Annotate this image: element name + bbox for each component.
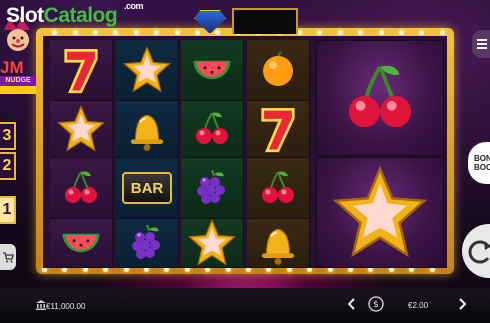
frame-light [215,30,221,35]
bet-increase-button[interactable] [458,298,467,313]
reel-cell-star [50,101,113,158]
watermark-catalog-text: Catalog [43,4,118,27]
reel-cell-seven [247,101,310,158]
frame-light [72,30,78,35]
bell-icon [255,220,301,266]
frame-light [337,30,343,35]
reel-cell-bar: BAR [116,158,179,219]
frame-light [113,30,119,35]
reel-cell-cherry [50,158,113,219]
reel-cell-star [181,219,244,268]
reel-cell-orange [247,40,310,101]
star-icon [122,45,172,95]
bank-icon [36,300,46,310]
bet-value: €2.00 [408,301,429,310]
frame-light [52,30,58,35]
cherry-icon [192,109,232,149]
orange-icon [258,50,298,90]
star-icon [187,219,237,267]
seven-icon [59,46,103,94]
big-symbol-star [316,157,444,268]
reel-cell-seven [50,40,113,101]
reel-cell-cherry [181,101,244,158]
bar-icon: BAR [122,172,172,204]
cherry-icon [61,168,101,208]
frame-light [174,30,180,35]
game-logo-letters: JM [0,58,24,77]
svg-text:$: $ [373,300,379,310]
frame-light [317,30,323,35]
slotcatalog-watermark: SlotCatalog .com [6,1,144,28]
cherry-icon [348,65,412,128]
seven-icon [256,105,300,153]
bonus-line-1: BON [474,154,490,163]
menu-button[interactable] [472,30,490,58]
frame-light [378,30,384,35]
frame-light [358,30,364,35]
frame-light [154,30,160,35]
watermelon-icon [58,220,104,266]
bell-icon [124,106,170,152]
watermelon-icon [189,47,235,93]
reel-cell-cherry [247,158,310,219]
star-icon [56,104,106,154]
reel-cell-grapes [181,158,244,219]
cherry-icon [258,168,298,208]
grapes-icon [127,221,167,265]
reel-cell-star [116,40,179,101]
reel-cell-watermelon [50,219,113,268]
frame-light [419,30,425,35]
grapes-icon [192,166,232,210]
multiplier-1-active: 1 [0,196,16,224]
frame-light [93,30,98,35]
buy-feature-button[interactable] [0,244,16,270]
big-symbol-cherry [316,40,444,156]
reel-cell-bell [116,101,179,158]
bottom-bar: €11,000.00 $ €2.00 [0,288,490,323]
watermark-suffix: .com [124,1,144,11]
game-logo-ribbon: NUDGE [0,76,36,86]
logo-stripe [0,86,36,94]
coin-stack-icon: $ [368,296,384,312]
spin-arrows-icon [468,240,490,264]
balance-value: €11,000.00 [46,302,86,311]
frame-light [399,30,404,35]
frame-light [439,30,445,35]
reel-cell-watermelon [181,40,244,101]
bet-decrease-button[interactable] [347,298,356,313]
top-display-panel [232,8,298,34]
watermark-slot-text: Slot [6,4,44,27]
menu-icon [477,39,487,49]
bonus-line-2: BOO [474,163,490,172]
frame-light [195,30,200,35]
chevron-left-icon [347,298,355,310]
reel-cell-bell [247,219,310,268]
reel-cell-grapes [116,219,179,268]
star-icon [332,165,428,257]
chevron-right-icon [459,298,467,310]
multiplier-2: 2 [0,152,16,180]
multiplier-3: 3 [0,122,16,150]
frame-light [133,30,139,35]
cart-icon [3,252,14,263]
